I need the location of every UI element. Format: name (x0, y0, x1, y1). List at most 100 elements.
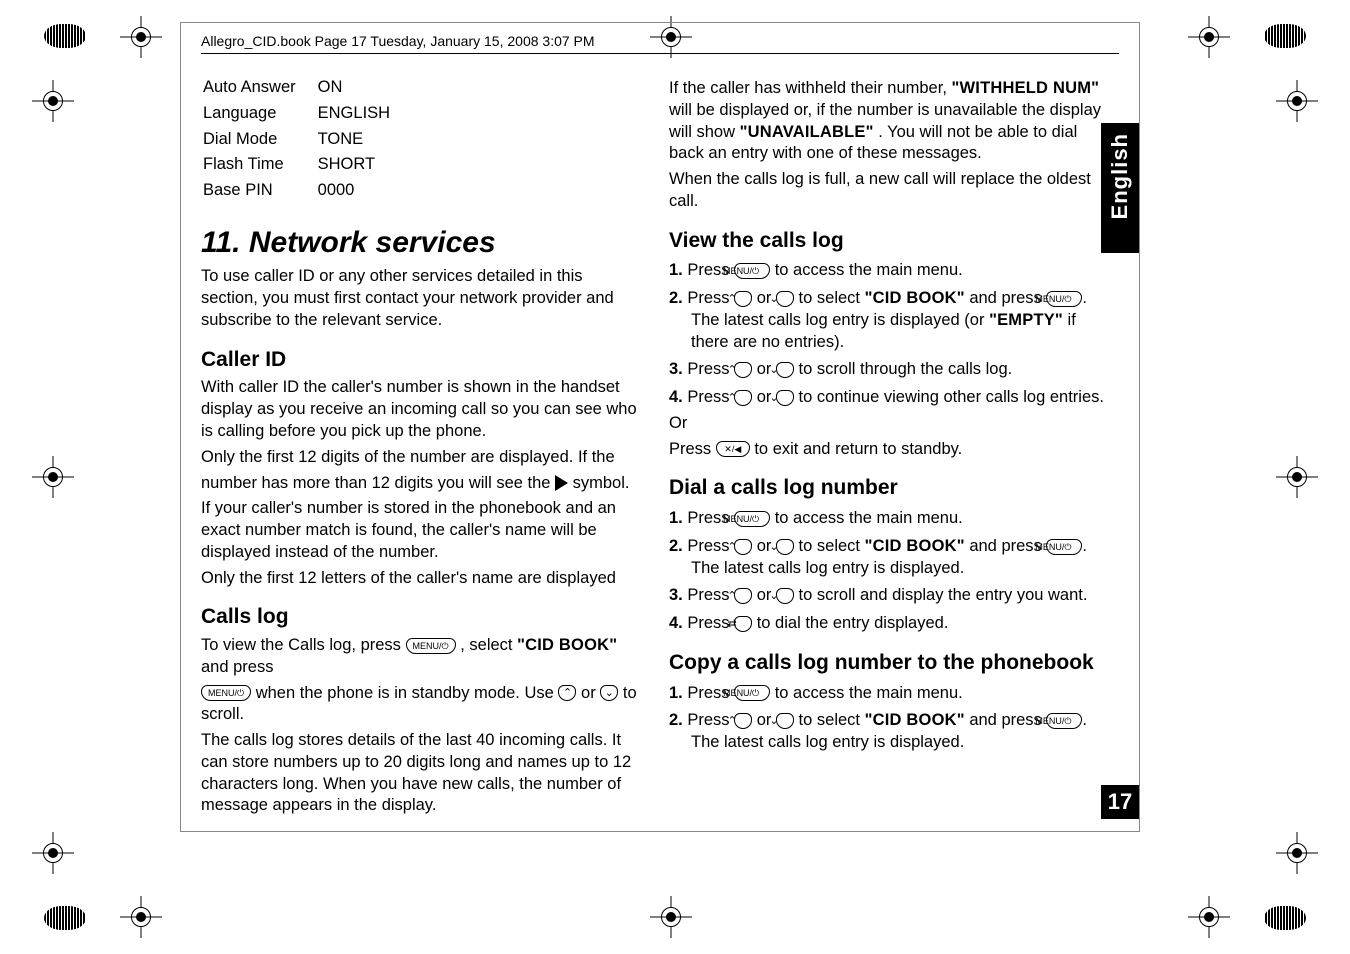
menu-button-icon: MENU/⏻ (201, 685, 251, 701)
menu-button-icon: MENU/⏻ (734, 685, 770, 701)
steps-list: 1. Press MENU/⏻ to access the main menu.… (669, 260, 1109, 409)
sub-heading: Caller ID (201, 346, 641, 374)
body-text: To use caller ID or any other services d… (201, 266, 641, 331)
body-text: With caller ID the caller's number is sh… (201, 377, 641, 442)
up-button-icon: ⌃ (734, 713, 752, 729)
page-number: 17 (1101, 785, 1139, 819)
setting-value: ENGLISH (318, 102, 410, 126)
list-item: 2. Press ⌃ or ⌄ to select "CID BOOK" and… (669, 710, 1109, 754)
steps-list: 1. Press MENU/⏻ to access the main menu.… (669, 683, 1109, 754)
table-row: Dial ModeTONE (203, 128, 410, 152)
menu-button-icon: MENU/⏻ (734, 511, 770, 527)
up-button-icon: ⌃ (734, 291, 752, 307)
body-text: Or (669, 413, 1109, 435)
up-button-icon: ⌃ (558, 685, 576, 701)
table-row: Flash TimeSHORT (203, 153, 410, 177)
registration-mark-icon (120, 16, 162, 58)
body-text: Only the first 12 digits of the number a… (201, 447, 641, 469)
sub-heading: Calls log (201, 603, 641, 631)
list-item: 2. Press ⌃ or ⌄ to select "CID BOOK" and… (669, 536, 1109, 580)
list-item: 1. Press MENU/⏻ to access the main menu. (669, 508, 1109, 530)
list-item: 4. Press ⇄ to dial the entry displayed. (669, 613, 1109, 635)
registration-mark-icon (1276, 456, 1318, 498)
settings-table: Auto AnswerON LanguageENGLISH Dial ModeT… (201, 74, 412, 205)
body-text: If your caller's number is stored in the… (201, 498, 641, 563)
sub-heading: View the calls log (669, 227, 1109, 255)
setting-value: 0000 (318, 179, 410, 203)
section-heading: 11. Network services (201, 223, 641, 263)
print-mark-icon (44, 24, 86, 48)
down-button-icon: ⌄ (776, 362, 794, 378)
body-text: To view the Calls log, press MENU/⏻ , se… (201, 635, 641, 679)
ui-token: "CID BOOK" (865, 537, 965, 555)
setting-value: ON (318, 76, 410, 100)
left-column: Auto AnswerON LanguageENGLISH Dial ModeT… (201, 74, 641, 817)
down-button-icon: ⌄ (776, 291, 794, 307)
up-button-icon: ⌃ (734, 588, 752, 604)
list-item: 1. Press MENU/⏻ to access the main menu. (669, 260, 1109, 282)
registration-mark-icon (32, 832, 74, 874)
table-row: Base PIN0000 (203, 179, 410, 203)
steps-list: 1. Press MENU/⏻ to access the main menu.… (669, 508, 1109, 635)
menu-button-icon: MENU/⏻ (1046, 539, 1082, 555)
list-item: 1. Press MENU/⏻ to access the main menu. (669, 683, 1109, 705)
down-button-icon: ⌄ (776, 390, 794, 406)
down-button-icon: ⌄ (776, 713, 794, 729)
setting-value: SHORT (318, 153, 410, 177)
body-text: number has more than 12 digits you will … (201, 473, 641, 495)
page-frame: Allegro_CID.book Page 17 Tuesday, Januar… (180, 22, 1140, 832)
ui-token: "CID BOOK" (865, 289, 965, 307)
document-header: Allegro_CID.book Page 17 Tuesday, Januar… (201, 33, 1119, 54)
list-item: 4. Press ⌃ or ⌄ to continue viewing othe… (669, 387, 1109, 409)
setting-label: Auto Answer (203, 76, 316, 100)
table-row: LanguageENGLISH (203, 102, 410, 126)
language-tab: English (1101, 123, 1139, 253)
page-content: Auto AnswerON LanguageENGLISH Dial ModeT… (181, 54, 1139, 817)
registration-mark-icon (32, 456, 74, 498)
sub-heading: Dial a calls log number (669, 474, 1109, 502)
setting-label: Language (203, 102, 316, 126)
menu-button-icon: MENU/⏻ (406, 638, 456, 654)
right-column: If the caller has withheld their number,… (669, 74, 1109, 817)
down-button-icon: ⌄ (776, 539, 794, 555)
setting-value: TONE (318, 128, 410, 152)
body-text: Press ✕/◀ to exit and return to standby. (669, 439, 1109, 461)
exit-button-icon: ✕/◀ (716, 441, 750, 457)
setting-label: Base PIN (203, 179, 316, 203)
registration-mark-icon (650, 896, 692, 938)
body-text: If the caller has withheld their number,… (669, 78, 1109, 165)
ui-token: "UNAVAILABLE" (740, 123, 874, 141)
list-item: 2. Press ⌃ or ⌄ to select "CID BOOK" and… (669, 288, 1109, 353)
registration-mark-icon (1276, 832, 1318, 874)
down-button-icon: ⌄ (600, 685, 618, 701)
up-button-icon: ⌃ (734, 539, 752, 555)
setting-label: Dial Mode (203, 128, 316, 152)
up-button-icon: ⌃ (734, 390, 752, 406)
list-item: 3. Press ⌃ or ⌄ to scroll through the ca… (669, 359, 1109, 381)
ui-token: "WITHHELD NUM" (951, 79, 1099, 97)
body-text: Only the first 12 letters of the caller'… (201, 568, 641, 590)
up-button-icon: ⌃ (734, 362, 752, 378)
registration-mark-icon (120, 896, 162, 938)
language-label: English (1107, 133, 1133, 219)
print-mark-icon (1264, 24, 1306, 48)
play-icon (555, 475, 568, 491)
sub-heading: Copy a calls log number to the phonebook (669, 649, 1109, 677)
registration-mark-icon (1276, 80, 1318, 122)
print-mark-icon (1264, 906, 1306, 930)
down-button-icon: ⌄ (776, 588, 794, 604)
call-button-icon: ⇄ (734, 616, 752, 632)
setting-label: Flash Time (203, 153, 316, 177)
print-mark-icon (44, 906, 86, 930)
body-text: The calls log stores details of the last… (201, 730, 641, 817)
registration-mark-icon (1188, 16, 1230, 58)
ui-token: "CID BOOK" (865, 711, 965, 729)
menu-button-icon: MENU/⏻ (1046, 713, 1082, 729)
ui-token: "EMPTY" (989, 311, 1063, 329)
body-text: When the calls log is full, a new call w… (669, 169, 1109, 213)
table-row: Auto AnswerON (203, 76, 410, 100)
ui-token: "CID BOOK" (517, 636, 617, 654)
menu-button-icon: MENU/⏻ (1046, 291, 1082, 307)
registration-mark-icon (1188, 896, 1230, 938)
registration-mark-icon (32, 80, 74, 122)
